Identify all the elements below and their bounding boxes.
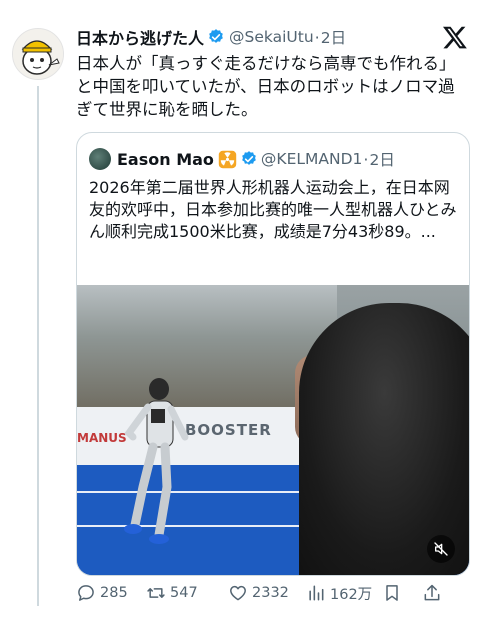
reply-count: 285	[100, 585, 128, 601]
quoted-separator-dot: ·	[363, 149, 369, 169]
mute-button[interactable]	[427, 535, 455, 563]
quoted-post-header: Eason Mao @KELMAND1 · 2日	[89, 147, 461, 171]
action-bar: 285 547 2332 162万	[76, 580, 472, 606]
quoted-post-time[interactable]: 2日	[369, 148, 394, 170]
radioactive-emoji-icon	[218, 150, 237, 168]
author-name[interactable]: 日本から逃げた人	[76, 25, 204, 49]
post-time[interactable]: 2日	[321, 26, 346, 48]
quoted-author-avatar[interactable]	[89, 148, 111, 170]
quoted-post-text: 2026年第二届世界人形机器人运动会上，在日本网友的欢呼中，日本参加比赛的唯一人…	[89, 178, 457, 241]
separator-dot: ·	[314, 27, 320, 47]
reply-icon	[78, 585, 94, 601]
quoted-verified-badge-icon	[242, 151, 256, 165]
quoted-author-handle[interactable]: @KELMAND1	[261, 150, 362, 168]
quoted-post[interactable]: Eason Mao @KELMAND1 · 2日 2026年第二届世界人形机器人…	[76, 132, 470, 576]
like-button[interactable]: 2332	[228, 583, 306, 603]
bookmark-icon	[386, 585, 398, 601]
quoted-author-name[interactable]: Eason Mao	[117, 150, 214, 169]
author-handle[interactable]: @SekaiUtu	[229, 28, 314, 46]
x-logo-icon	[442, 26, 467, 49]
view-count: 162万	[330, 586, 373, 603]
speaker-muted-icon	[434, 542, 448, 556]
verified-badge-icon	[209, 29, 223, 43]
repost-count: 547	[170, 585, 198, 601]
barrier-sign-left: MANUS	[77, 431, 127, 445]
barrier-sign: BOOSTER	[185, 421, 272, 439]
robot-figure	[124, 378, 189, 544]
video-player[interactable]: BOOSTER MANUS	[77, 285, 469, 575]
heart-icon	[230, 585, 246, 601]
views-button[interactable]: 162万	[306, 583, 382, 604]
author-avatar[interactable]	[12, 28, 64, 80]
share-icon	[424, 584, 440, 601]
share-button[interactable]	[422, 583, 452, 603]
spectator-silhouette	[299, 303, 469, 575]
post-header: 日本から逃げた人 @SekaiUtu · 2日	[76, 24, 468, 50]
repost-button[interactable]: 547	[146, 583, 228, 603]
reply-button[interactable]: 285	[76, 583, 146, 603]
bar-chart-icon	[309, 585, 324, 601]
like-count: 2332	[252, 585, 289, 601]
bookmark-button[interactable]	[382, 583, 422, 603]
thread-line	[37, 86, 39, 606]
post-text: 日本人が「真っすぐ走るだけなら高専でも作れる」と中国を叩いていたが、日本のロボッ…	[76, 54, 456, 119]
repost-icon	[147, 588, 165, 598]
